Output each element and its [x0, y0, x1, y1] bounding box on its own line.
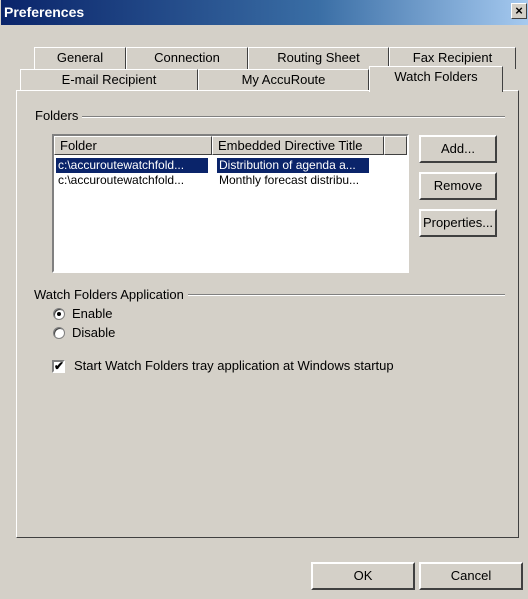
- folders-list[interactable]: Folder Embedded Directive Title c:\accur…: [52, 134, 409, 273]
- directive-title: Monthly forecast distribu...: [219, 173, 360, 187]
- app-group-label: Watch Folders Application: [34, 287, 188, 302]
- ok-button[interactable]: OK: [311, 562, 415, 590]
- radio-dot-icon: [57, 312, 61, 316]
- disable-radio[interactable]: [53, 327, 65, 339]
- tab-routing-sheet[interactable]: Routing Sheet: [248, 47, 389, 69]
- add-button[interactable]: Add...: [419, 135, 497, 163]
- folder-path: c:\accuroutewatchfold...: [58, 173, 185, 187]
- folder-path: c:\accuroutewatchfold...: [56, 158, 208, 173]
- close-icon[interactable]: ×: [511, 3, 527, 19]
- enable-label[interactable]: Enable: [72, 306, 112, 321]
- remove-button[interactable]: Remove: [419, 172, 497, 200]
- cancel-button[interactable]: Cancel: [419, 562, 523, 590]
- startup-checkbox[interactable]: ✔: [52, 360, 65, 373]
- tab-my-accuroute[interactable]: My AccuRoute: [198, 69, 369, 91]
- folders-group-label: Folders: [35, 108, 83, 123]
- startup-checkbox-label[interactable]: Start Watch Folders tray application at …: [74, 358, 394, 373]
- window-title: Preferences: [4, 4, 85, 20]
- tab-general[interactable]: General: [34, 47, 126, 69]
- directive-title: Distribution of agenda a...: [217, 158, 369, 173]
- column-header-folder[interactable]: Folder: [54, 136, 212, 155]
- column-header-title[interactable]: Embedded Directive Title: [212, 136, 384, 155]
- properties-button[interactable]: Properties...: [419, 209, 497, 237]
- checkmark-icon: ✔: [54, 359, 65, 373]
- preferences-dialog: Preferences × General Connection Routing…: [0, 0, 528, 599]
- enable-radio[interactable]: [53, 308, 65, 320]
- folders-group-line: [35, 116, 505, 118]
- column-header-filler: [384, 136, 407, 155]
- tab-email-recipient[interactable]: E-mail Recipient: [20, 69, 198, 91]
- disable-label[interactable]: Disable: [72, 325, 115, 340]
- tab-watch-folders[interactable]: Watch Folders: [369, 66, 503, 92]
- tab-connection[interactable]: Connection: [126, 47, 248, 69]
- title-bar: Preferences ×: [1, 0, 528, 25]
